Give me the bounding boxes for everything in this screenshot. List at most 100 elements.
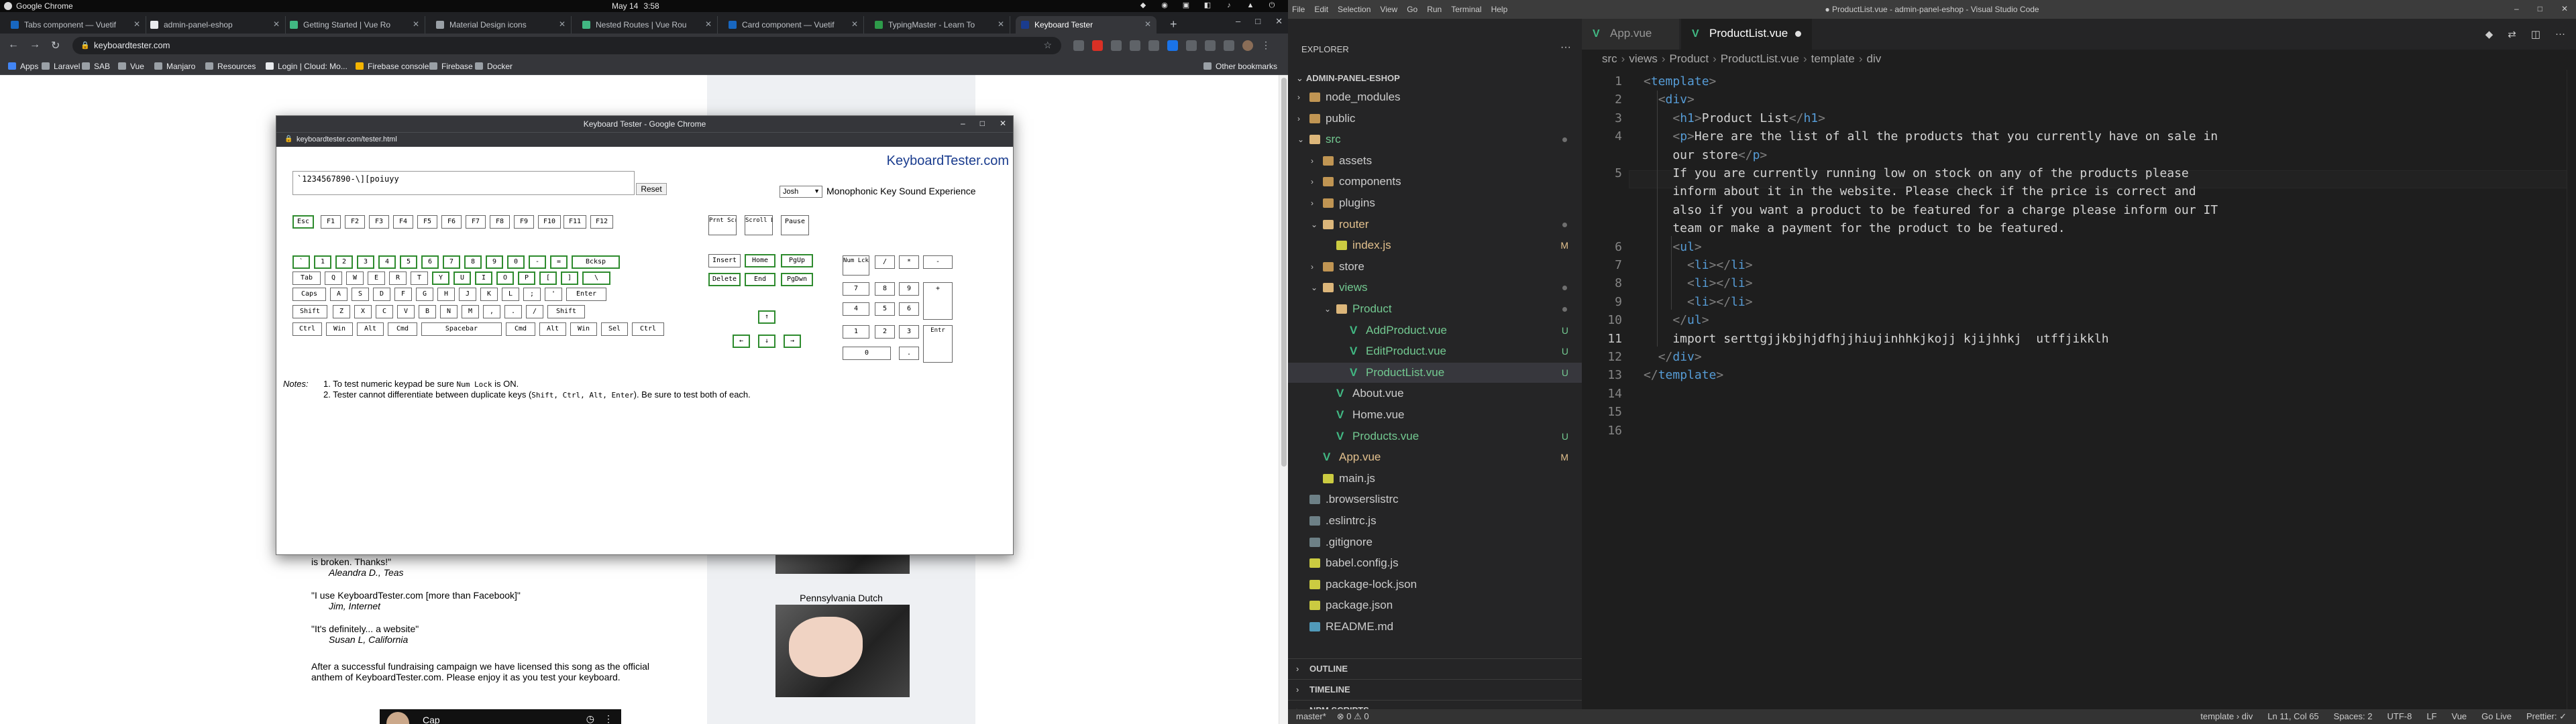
tree-item-editproduct-vue[interactable]: V EditProduct.vue U bbox=[1288, 341, 1582, 361]
key-83[interactable]: End bbox=[745, 273, 775, 286]
popup-lock-icon[interactable]: 🔒 bbox=[284, 135, 292, 143]
compare-icon[interactable]: ⇄ bbox=[2508, 28, 2516, 40]
key-64[interactable]: M bbox=[462, 305, 479, 318]
key-37[interactable]: U bbox=[453, 272, 471, 285]
key-76[interactable]: Win bbox=[570, 322, 597, 336]
tree-item-package-lock-json[interactable]: package-lock.json bbox=[1288, 575, 1582, 595]
tree-item-main-js[interactable]: main.js bbox=[1288, 469, 1582, 489]
key-57[interactable]: Shift bbox=[292, 305, 327, 318]
key-63[interactable]: N bbox=[440, 305, 458, 318]
tab-1[interactable]: admin-panel-eshop ✕ bbox=[145, 16, 286, 34]
key-88[interactable]: → bbox=[784, 335, 801, 348]
unsaved-dot-icon[interactable] bbox=[1795, 31, 1801, 37]
more-actions-icon[interactable]: ··· bbox=[1560, 42, 1571, 54]
key-53[interactable]: L bbox=[502, 288, 519, 301]
key-16[interactable]: ` bbox=[292, 255, 310, 269]
section-timeline[interactable]: › TIMELINE bbox=[1288, 679, 1582, 699]
anthem-video[interactable]: Cap ◷ ⋮ bbox=[380, 709, 621, 724]
reset-button[interactable]: Reset bbox=[636, 183, 667, 195]
bookmark-5[interactable]: Resources bbox=[205, 62, 256, 71]
close-icon[interactable]: ✕ bbox=[1275, 16, 1283, 27]
source-control-icon[interactable]: ◆ bbox=[2485, 28, 2493, 40]
tab-close-icon[interactable]: ✕ bbox=[559, 19, 566, 29]
key-27[interactable]: - bbox=[529, 255, 546, 269]
tree-item-assets[interactable]: › assets bbox=[1288, 151, 1582, 171]
bookmark-9[interactable]: Docker bbox=[475, 62, 513, 71]
status-right-item[interactable]: UTF-8 bbox=[2387, 711, 2412, 722]
key-50[interactable]: H bbox=[437, 288, 455, 301]
bookmark-0[interactable]: Apps bbox=[8, 62, 38, 71]
key-4[interactable]: F4 bbox=[393, 215, 413, 229]
sound-select[interactable]: Josh ▼ bbox=[780, 186, 822, 198]
key-79[interactable]: Insert bbox=[708, 254, 741, 267]
breadcrumb-item[interactable]: Product bbox=[1670, 52, 1709, 65]
key-55[interactable]: ' bbox=[545, 288, 562, 301]
page-scroll-thumb[interactable] bbox=[1281, 78, 1287, 467]
key-36[interactable]: Y bbox=[432, 272, 449, 285]
key-8[interactable]: F8 bbox=[490, 215, 510, 229]
key-98[interactable]: 5 bbox=[875, 302, 895, 316]
key-52[interactable]: K bbox=[480, 288, 498, 301]
key-20[interactable]: 4 bbox=[378, 255, 396, 269]
tree-item-babel-config-js[interactable]: babel.config.js bbox=[1288, 553, 1582, 573]
key-1[interactable]: F1 bbox=[321, 215, 341, 229]
key-7[interactable]: F7 bbox=[466, 215, 486, 229]
more-actions-icon[interactable]: ··· bbox=[2555, 28, 2565, 40]
key-80[interactable]: Home bbox=[745, 254, 775, 267]
notification-icon[interactable]: ▲ bbox=[1246, 1, 1254, 9]
key-19[interactable]: 3 bbox=[357, 255, 374, 269]
key-49[interactable]: G bbox=[416, 288, 433, 301]
key-23[interactable]: 7 bbox=[443, 255, 460, 269]
extension-icon-3[interactable] bbox=[1111, 40, 1122, 51]
key-18[interactable]: 2 bbox=[335, 255, 353, 269]
tree-item-index-js[interactable]: index.js M bbox=[1288, 235, 1582, 255]
tree-item-views[interactable]: ⌄ views bbox=[1288, 278, 1582, 298]
key-42[interactable]: ] bbox=[561, 272, 578, 285]
close-icon[interactable]: ✕ bbox=[2561, 4, 2568, 13]
key-14[interactable]: Scroll Lock bbox=[745, 215, 773, 235]
other-bookmarks[interactable]: Other bookmarks bbox=[1203, 62, 1277, 71]
key-54[interactable]: ; bbox=[523, 288, 541, 301]
tree-item-public[interactable]: › public bbox=[1288, 109, 1582, 129]
key-25[interactable]: 9 bbox=[486, 255, 503, 269]
status-right-item[interactable]: Go Live bbox=[2481, 711, 2512, 722]
key-74[interactable]: Cmd bbox=[506, 322, 535, 336]
key-48[interactable]: F bbox=[394, 288, 412, 301]
key-65[interactable]: , bbox=[483, 305, 500, 318]
key-92[interactable]: - bbox=[923, 255, 953, 269]
tree-item-node-modules[interactable]: › node_modules bbox=[1288, 87, 1582, 107]
tree-item-products-vue[interactable]: V Products.vue U bbox=[1288, 426, 1582, 446]
tree-item-components[interactable]: › components bbox=[1288, 172, 1582, 192]
reload-icon[interactable]: ↻ bbox=[51, 39, 60, 52]
tree-item-package-json[interactable]: package.json bbox=[1288, 595, 1582, 615]
tab-close-icon[interactable]: ✕ bbox=[851, 19, 858, 29]
network-tray-icon[interactable]: ▣ bbox=[1182, 1, 1190, 9]
key-90[interactable]: / bbox=[875, 255, 895, 269]
key-103[interactable]: Entr bbox=[923, 325, 953, 363]
typed-text-area[interactable]: `1234567890-\][poiuyy bbox=[292, 171, 635, 195]
extension-icon-4[interactable] bbox=[1130, 40, 1140, 51]
page-scrollbar[interactable] bbox=[1279, 75, 1288, 724]
key-94[interactable]: 8 bbox=[875, 282, 895, 296]
keyboardtester-logo[interactable]: KeyboardTester.com bbox=[887, 154, 1009, 169]
key-86[interactable]: ← bbox=[733, 335, 750, 348]
key-24[interactable]: 8 bbox=[464, 255, 482, 269]
status-right-item[interactable]: Prettier: ✓ bbox=[2526, 711, 2567, 722]
extension-icon-6[interactable] bbox=[1167, 40, 1178, 51]
key-33[interactable]: E bbox=[368, 272, 385, 285]
tab-close-icon[interactable]: ✕ bbox=[1144, 19, 1151, 29]
status-right-item[interactable]: LF bbox=[2426, 711, 2436, 722]
key-40[interactable]: P bbox=[518, 272, 535, 285]
bookmark-4[interactable]: Manjaro bbox=[154, 62, 195, 71]
key-56[interactable]: Enter bbox=[566, 288, 606, 301]
minimize-icon[interactable]: – bbox=[1236, 16, 1240, 27]
key-47[interactable]: D bbox=[373, 288, 390, 301]
key-99[interactable]: 6 bbox=[899, 302, 919, 316]
key-81[interactable]: PgUp bbox=[781, 254, 813, 267]
key-6[interactable]: F6 bbox=[441, 215, 462, 229]
profile-avatar[interactable] bbox=[1242, 40, 1253, 51]
tab-5[interactable]: Card component — Vuetif ✕ bbox=[723, 16, 864, 34]
key-66[interactable]: . bbox=[504, 305, 522, 318]
forward-icon[interactable]: → bbox=[30, 39, 40, 51]
key-39[interactable]: O bbox=[496, 272, 514, 285]
